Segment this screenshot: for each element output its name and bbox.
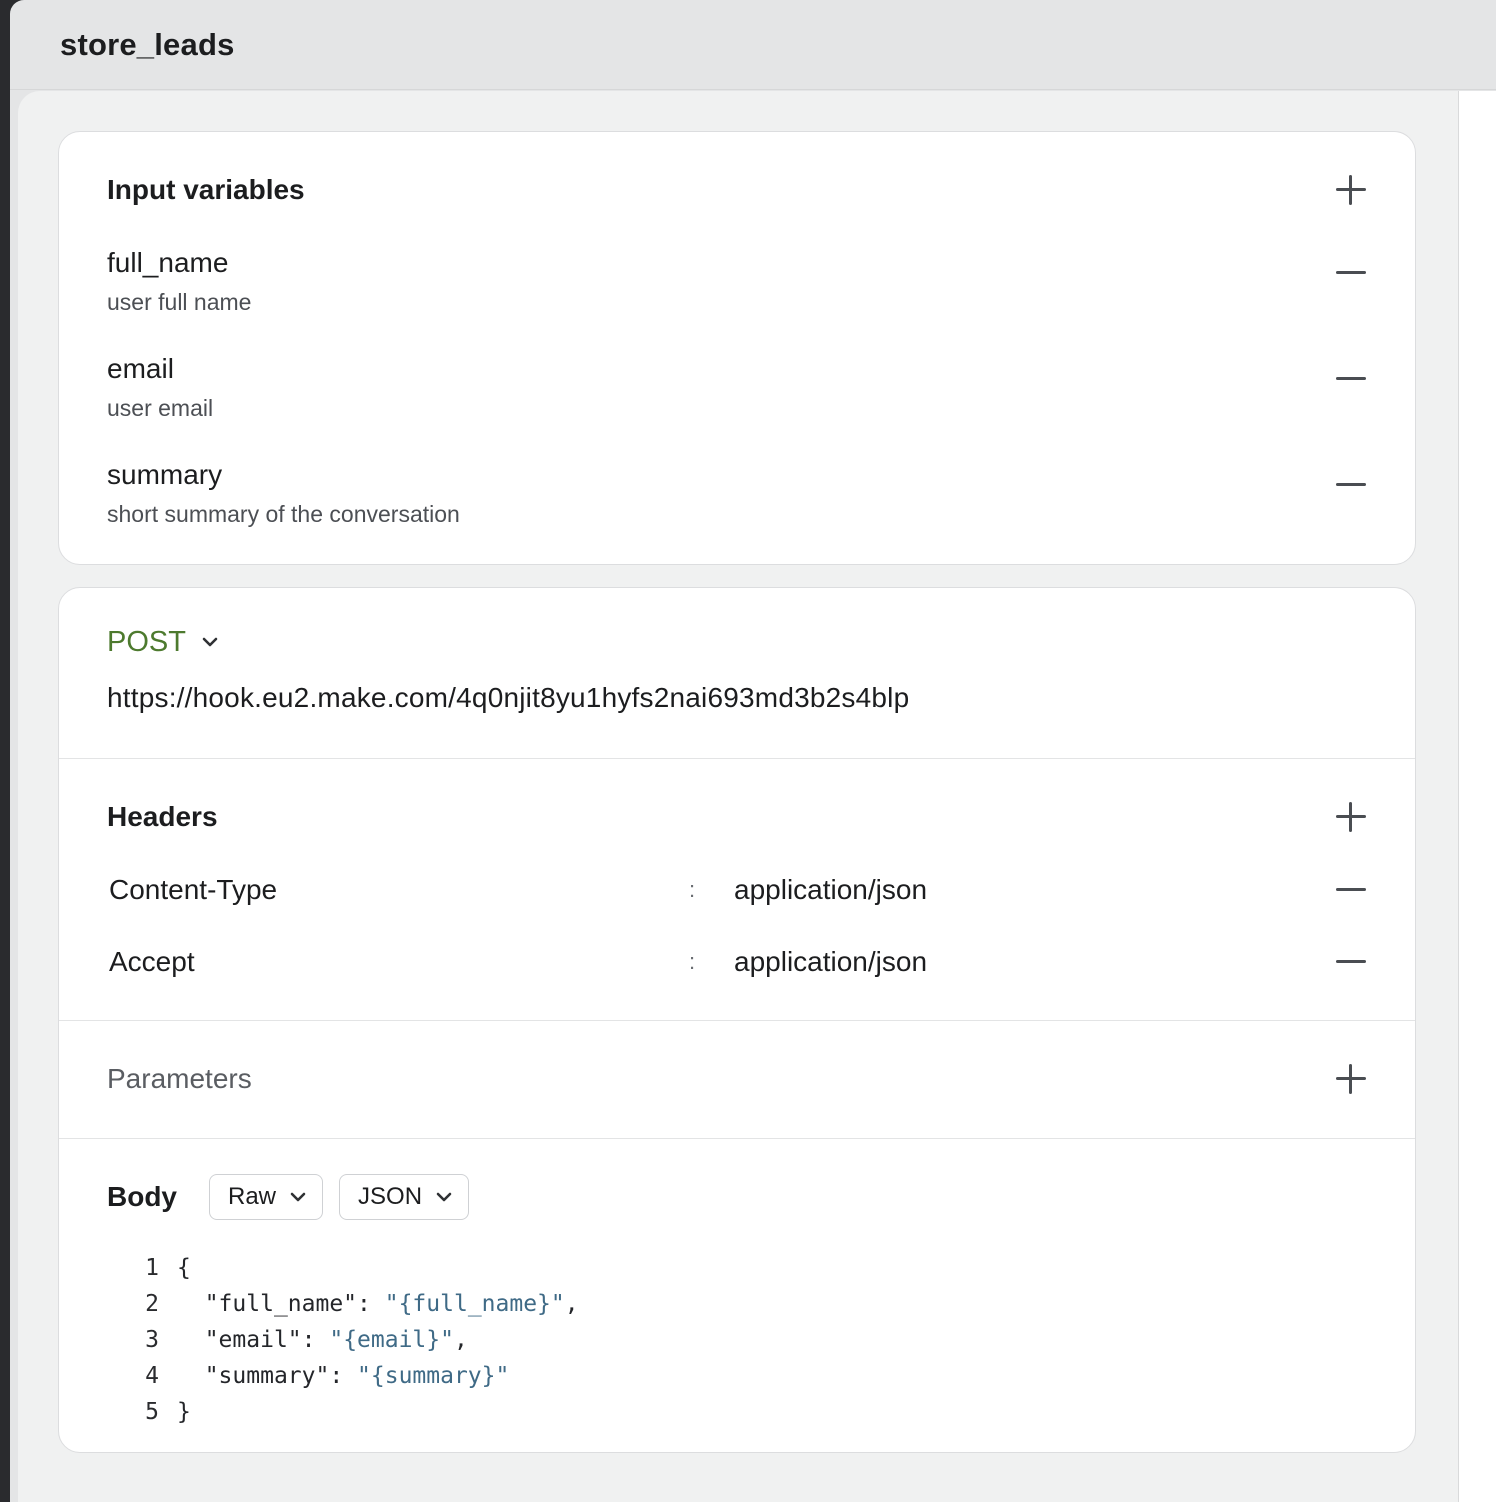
- input-variables-header: Input variables: [107, 172, 1369, 208]
- remove-variable-button[interactable]: [1333, 467, 1369, 503]
- remove-variable-button[interactable]: [1333, 255, 1369, 291]
- body-title: Body: [107, 1181, 177, 1212]
- remove-header-button[interactable]: [1333, 872, 1369, 908]
- headers-header: Headers: [107, 799, 1369, 835]
- chevron-down-icon: [436, 1192, 452, 1201]
- header-row: Content-Type : application/json: [107, 870, 1369, 910]
- add-input-variable-button[interactable]: [1333, 172, 1369, 208]
- input-variable-description: user email: [107, 395, 214, 421]
- header-row: Accept : application/json: [107, 942, 1369, 982]
- line-number: 5: [145, 1399, 159, 1425]
- code-separator: :: [329, 1363, 358, 1389]
- header-key[interactable]: Content-Type: [107, 874, 689, 906]
- add-parameter-button[interactable]: [1333, 1061, 1369, 1097]
- section-divider: [59, 1138, 1415, 1139]
- tool-editor-window: store_leads Input variables full_name us…: [10, 0, 1496, 1502]
- input-variable-description: user full name: [107, 289, 252, 315]
- body-toolbar: Body Raw JSON: [107, 1174, 470, 1220]
- header-value[interactable]: application/json: [734, 946, 1333, 978]
- code-separator: :: [357, 1291, 385, 1317]
- code-line: 5 }: [129, 1394, 579, 1430]
- chevron-down-icon: [290, 1192, 306, 1201]
- header-key[interactable]: Accept: [107, 946, 689, 978]
- window-titlebar: store_leads: [10, 0, 1496, 90]
- line-number: 2: [145, 1291, 159, 1317]
- section-divider: [59, 758, 1415, 759]
- input-variable-row: email user email: [107, 353, 1369, 422]
- http-method: POST: [107, 626, 186, 658]
- parameters-title: Parameters: [107, 1063, 252, 1094]
- input-variable-description: short summary of the conversation: [107, 501, 460, 527]
- request-card: POST https://hook.eu2.make.com/4q0njit8y…: [58, 587, 1416, 1453]
- input-variables-card: Input variables full_name user full name…: [58, 131, 1416, 565]
- code-value: "{full_name}": [384, 1291, 565, 1317]
- code-line: 3 "email": "{email}",: [129, 1322, 579, 1358]
- right-side-panel: [1459, 91, 1496, 1502]
- header-separator: :: [689, 877, 696, 902]
- code-line: 4 "summary": "{summary}": [129, 1358, 579, 1394]
- input-variable-name[interactable]: full_name: [107, 247, 251, 279]
- body-code-editor[interactable]: 1 { 2 "full_name": "{full_name}", 3 "ema…: [129, 1250, 579, 1430]
- headers-title: Headers: [107, 801, 218, 832]
- chevron-down-icon: [202, 637, 218, 647]
- input-variable-info: email user email: [107, 353, 213, 422]
- remove-variable-button[interactable]: [1333, 361, 1369, 397]
- section-divider: [59, 1020, 1415, 1021]
- code-value: "{summary}": [357, 1363, 510, 1389]
- input-variable-info: full_name user full name: [107, 247, 251, 316]
- header-value[interactable]: application/json: [734, 874, 1333, 906]
- code-separator: :: [301, 1327, 330, 1353]
- url-field[interactable]: https://hook.eu2.make.com/4q0njit8yu1hyf…: [107, 682, 909, 714]
- input-variable-name[interactable]: email: [107, 353, 213, 385]
- code-line: 1 {: [129, 1250, 579, 1286]
- input-variable-row: full_name user full name: [107, 247, 1369, 316]
- code-text: {: [177, 1255, 191, 1281]
- method-selector[interactable]: POST: [107, 626, 218, 659]
- input-variable-name[interactable]: summary: [107, 459, 460, 491]
- code-text: ,: [564, 1291, 579, 1317]
- add-header-button[interactable]: [1333, 799, 1369, 835]
- code-key: "full_name": [204, 1291, 358, 1317]
- code-key: "email": [204, 1327, 302, 1353]
- parameters-header: Parameters: [107, 1061, 1369, 1097]
- line-number: 1: [145, 1255, 159, 1281]
- body-mode-select[interactable]: Raw: [209, 1174, 324, 1220]
- input-variable-row: summary short summary of the conversatio…: [107, 459, 1369, 528]
- window-title: store_leads: [60, 26, 235, 62]
- code-text: }: [177, 1399, 191, 1425]
- editor-content: Input variables full_name user full name…: [18, 91, 1460, 1502]
- input-variable-info: summary short summary of the conversatio…: [107, 459, 460, 528]
- code-key: "summary": [204, 1363, 330, 1389]
- input-variables-title: Input variables: [107, 174, 305, 205]
- header-separator: :: [689, 949, 696, 974]
- body-format-select[interactable]: JSON: [339, 1174, 470, 1220]
- line-number: 4: [145, 1363, 159, 1389]
- code-value: "{email}": [329, 1327, 454, 1353]
- line-number: 3: [145, 1327, 159, 1353]
- remove-header-button[interactable]: [1333, 944, 1369, 980]
- code-text: ,: [453, 1327, 468, 1353]
- body-format-value: JSON: [358, 1183, 423, 1210]
- body-mode-value: Raw: [228, 1183, 277, 1210]
- code-line: 2 "full_name": "{full_name}",: [129, 1286, 579, 1322]
